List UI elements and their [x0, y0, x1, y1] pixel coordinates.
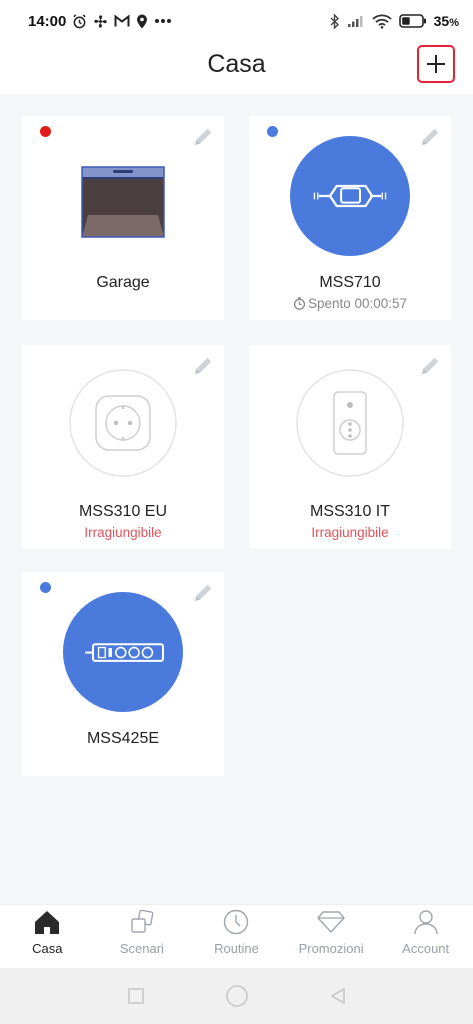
status-bar: 14:00 35% — [0, 0, 473, 42]
nav-item-casa[interactable]: Casa — [0, 905, 95, 968]
recents-square-icon[interactable] — [127, 987, 145, 1005]
device-grid: Garage MSS710 Spento 00:00:57 MSS310 EU … — [0, 94, 473, 904]
add-device-button[interactable] — [417, 45, 455, 83]
it-plug-icon — [296, 369, 404, 477]
nav-label: Routine — [214, 941, 259, 956]
signal-icon — [347, 14, 365, 28]
device-status: Irragiungibile — [22, 525, 224, 540]
home-icon — [35, 911, 60, 934]
device-name: MSS310 EU — [78, 503, 168, 520]
nav-item-routine[interactable]: Routine — [189, 905, 284, 968]
device-name: Garage — [96, 274, 150, 291]
device-card-mss710[interactable]: MSS710 Spento 00:00:57 — [249, 116, 451, 320]
fan-icon — [93, 14, 108, 29]
gmail-icon — [114, 14, 130, 28]
scenes-icon — [131, 909, 154, 933]
nav-item-account[interactable]: Account — [378, 905, 473, 968]
user-icon — [413, 910, 438, 935]
home-circle-icon[interactable] — [225, 984, 249, 1008]
clock-icon — [224, 909, 249, 935]
nav-item-scenari[interactable]: Scenari — [95, 905, 190, 968]
device-status: Spento 00:00:57 — [249, 296, 451, 311]
device-name: MSS425E — [86, 730, 160, 747]
timer-icon — [293, 297, 306, 310]
device-card-mss425e[interactable]: MSS425E — [22, 572, 224, 776]
device-card-garage[interactable]: Garage — [22, 116, 224, 320]
nav-item-promozioni[interactable]: Promozioni — [284, 905, 379, 968]
nav-label: Promozioni — [298, 941, 364, 956]
device-status-text: Irragiungibile — [311, 525, 389, 540]
back-triangle-icon[interactable] — [329, 987, 347, 1005]
system-navigation-bar — [0, 968, 473, 1024]
plus-icon — [427, 55, 445, 73]
edit-pencil-icon[interactable] — [419, 355, 441, 377]
online-status-dot — [267, 126, 278, 137]
inline-switch-icon — [290, 136, 410, 256]
app-header: Casa — [0, 42, 473, 94]
device-status-text: Irragiungibile — [84, 525, 162, 540]
location-icon — [136, 14, 148, 29]
edit-pencil-icon[interactable] — [192, 355, 214, 377]
offline-status-dot — [40, 126, 51, 137]
device-card-mss310-it[interactable]: MSS310 IT Irragiungibile — [249, 345, 451, 549]
edit-pencil-icon[interactable] — [192, 582, 214, 604]
online-status-dot — [40, 582, 51, 593]
edit-pencil-icon[interactable] — [192, 126, 214, 148]
more-notifications-icon — [154, 18, 172, 24]
nav-label: Account — [402, 941, 450, 956]
diamond-icon — [317, 911, 345, 933]
battery-unit: % — [449, 17, 459, 29]
bluetooth-icon — [330, 13, 340, 29]
wifi-icon — [372, 14, 392, 29]
device-name: MSS710 — [319, 274, 381, 291]
nav-label: Scenari — [119, 941, 164, 956]
alarm-icon — [72, 13, 87, 29]
bottom-nav: Casa Scenari Routine Promozioni Account — [0, 904, 473, 968]
status-time: 14:00 — [28, 12, 67, 30]
battery-icon — [398, 14, 427, 28]
device-card-mss310-eu[interactable]: MSS310 EU Irragiungibile — [22, 345, 224, 549]
device-status: Irragiungibile — [249, 525, 451, 540]
nav-label: Casa — [32, 941, 63, 956]
page-title: Casa — [207, 50, 266, 78]
garage-door-icon — [81, 166, 165, 238]
edit-pencil-icon[interactable] — [419, 126, 441, 148]
device-name: MSS310 IT — [309, 503, 391, 520]
eu-plug-icon — [69, 369, 177, 477]
power-strip-icon — [63, 592, 183, 712]
battery-value: 35 — [433, 13, 450, 29]
battery-percent: 35% — [434, 13, 459, 29]
device-status-text: Spento 00:00:57 — [307, 296, 408, 311]
